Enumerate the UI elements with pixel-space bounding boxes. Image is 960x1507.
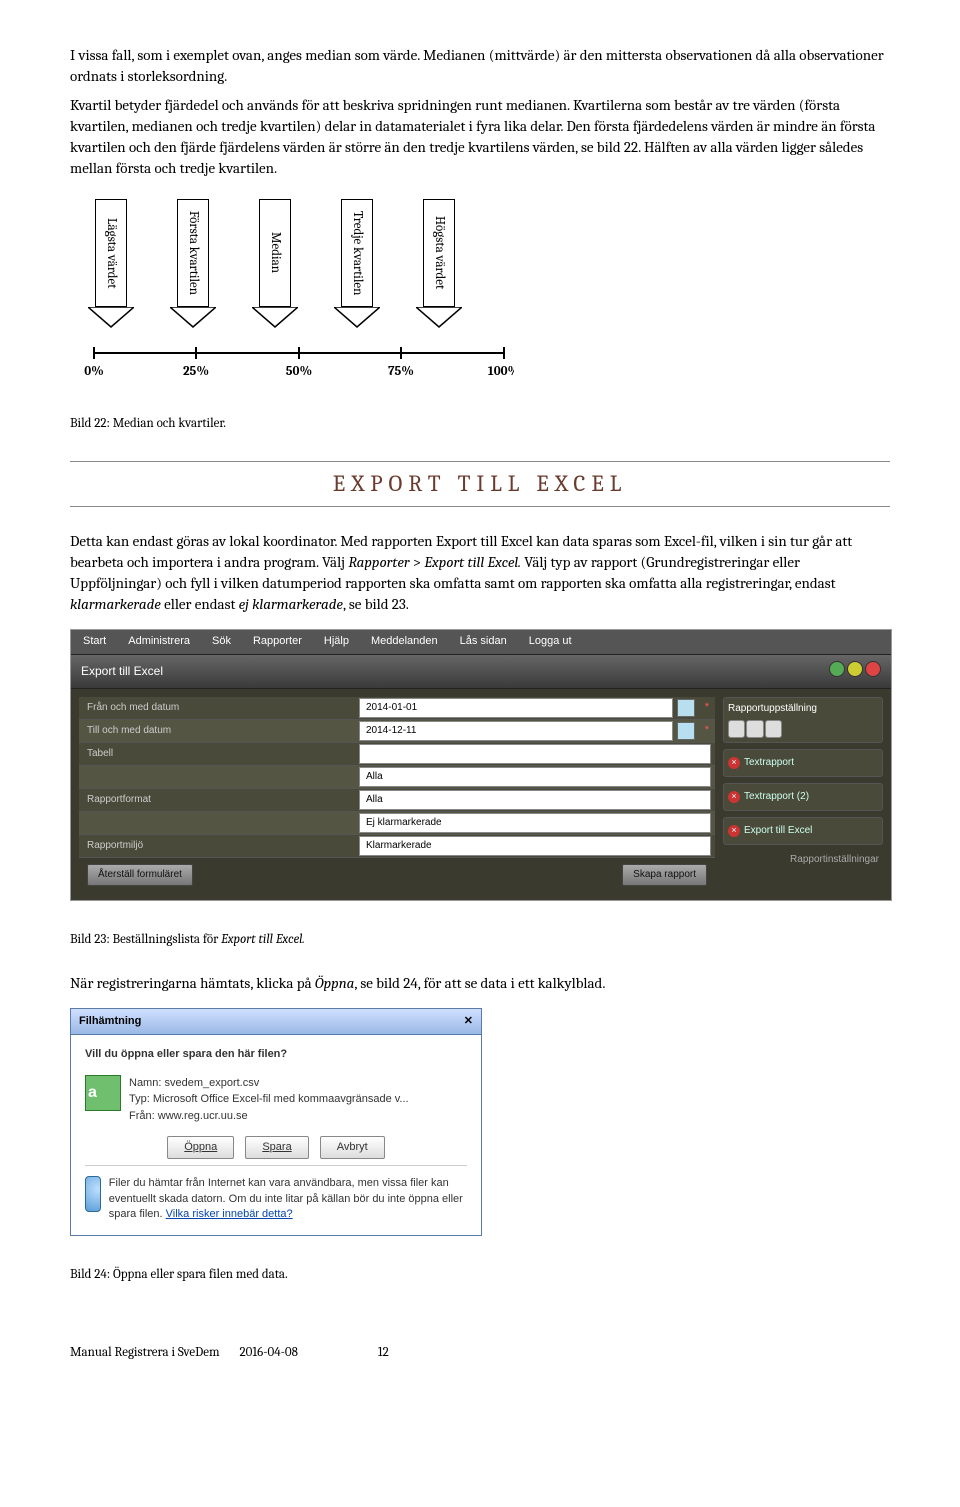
form-field[interactable]: Alla [359,767,711,787]
arrow-label: Tredje kvartilen [341,199,373,307]
menu-item[interactable]: Start [83,634,106,649]
form-row: RapportmiljöKlarmarkerade [79,835,715,858]
dialog-question: Vill du öppna eller spara den här filen? [85,1047,467,1062]
report-link[interactable]: ×Textrapport (2) [728,788,878,806]
side-panel-title: Rapportuppställning [728,702,878,716]
form-label [79,775,355,779]
dialog-warning: Filer du hämtar från Internet kan vara a… [109,1176,467,1222]
form-label: Rapportmiljö [79,837,355,855]
form-label [79,821,355,825]
dialog-title-text: Filhämtning [79,1014,141,1029]
report-link[interactable]: ×Textrapport [728,754,878,772]
close-icon[interactable]: × [728,825,740,837]
calendar-icon[interactable] [677,699,695,717]
screenshot-export-form: Start Administrera Sök Rapporter Hjälp Meddel… [70,629,892,900]
menu-item[interactable]: Sök [212,634,231,649]
menu-item[interactable]: Lås sidan [460,634,507,649]
report-link[interactable]: ×Export till Excel [728,822,878,840]
side-footer[interactable]: Rapportinställningar [723,851,883,869]
cancel-button[interactable]: Avbryt [320,1136,385,1159]
form-field[interactable]: Klarmarkerade [359,836,711,856]
form-field[interactable]: 2014-01-01 [359,698,673,718]
arrow-label: Lägsta värdet [95,199,127,307]
svg-text:0%: 0% [84,364,104,379]
form-field[interactable]: Ej klarmarkerade [359,813,711,833]
close-icon[interactable]: × [728,791,740,803]
form-field[interactable] [359,744,711,764]
paragraph-after-23: När registreringarna hämtats, klicka på … [70,973,890,994]
paragraph-intro-1: I vissa fall, som i exemplet ovan, anges… [70,45,890,87]
caption-24: Bild 24: Öppna eller spara filen med dat… [70,1266,890,1284]
excel-file-icon [85,1075,121,1111]
form-row: Ej klarmarkerade [79,812,715,835]
quartile-diagram: Lägsta värdet Första kvartilen Median Tredj… [70,199,890,385]
menu-item[interactable]: Rapporter [253,634,302,649]
form-row: Alla [79,766,715,789]
page-footer: Manual Registrera i SveDem 2016-04-08 12 [70,1344,890,1362]
close-icon[interactable]: × [728,757,740,769]
risk-link[interactable]: Vilka risker innebär detta? [166,1208,293,1220]
form-field[interactable]: Alla [359,790,711,810]
arrow-label: Första kvartilen [177,199,209,307]
reset-button[interactable]: Återställ formuläret [87,864,193,886]
paragraph-export: Detta kan endast göras av lokal koordina… [70,531,890,615]
svg-text:75%: 75% [388,364,414,379]
save-button[interactable]: Spara [245,1136,308,1159]
close-icon[interactable]: ✕ [464,1014,473,1029]
shield-icon [85,1176,101,1212]
svg-text:100%: 100% [488,364,514,379]
layout-icon[interactable]: ▭ [746,720,763,738]
form-field[interactable]: 2014-12-11 [359,721,673,741]
arrow-label: Median [259,199,291,307]
menu-item[interactable]: Administrera [128,634,190,649]
open-button[interactable]: Öppna [167,1136,234,1159]
arrow-label: Högsta värdet [423,199,455,307]
panel-title: Export till Excel [81,663,163,680]
caption-22: Bild 22: Median och kvartiler. [70,415,890,433]
layout-icon[interactable]: ▭ [728,720,745,738]
svg-text:25%: 25% [183,364,209,379]
layout-icon[interactable]: ☰ [765,720,782,738]
section-title-export: EXPORT TILL EXCEL [70,461,890,507]
svg-text:50%: 50% [286,364,312,379]
menu-item[interactable]: Logga ut [529,634,572,649]
form-label: Rapportformat [79,791,355,809]
form-row: Till och med datum2014-12-11* [79,720,715,743]
paragraph-intro-2: Kvartil betyder fjärdedel och används fö… [70,95,890,179]
calendar-icon[interactable] [677,722,695,740]
form-label: Från och med datum [79,699,355,717]
form-row: RapportformatAlla [79,789,715,812]
create-report-button[interactable]: Skapa rapport [622,864,707,886]
file-download-dialog: Filhämtning ✕ Vill du öppna eller spara … [70,1008,482,1236]
menu-item[interactable]: Hjälp [324,634,349,649]
form-row: Tabell [79,743,715,766]
form-label: Till och med datum [79,722,355,740]
form-row: Från och med datum2014-01-01* [79,697,715,720]
menu-item[interactable]: Meddelanden [371,634,438,649]
caption-23: Bild 23: Beställningslista för Export ti… [70,931,890,949]
form-label: Tabell [79,745,355,763]
window-controls[interactable] [827,661,881,682]
percent-axis: 0% 25% 50% 75% 100% [84,339,514,379]
